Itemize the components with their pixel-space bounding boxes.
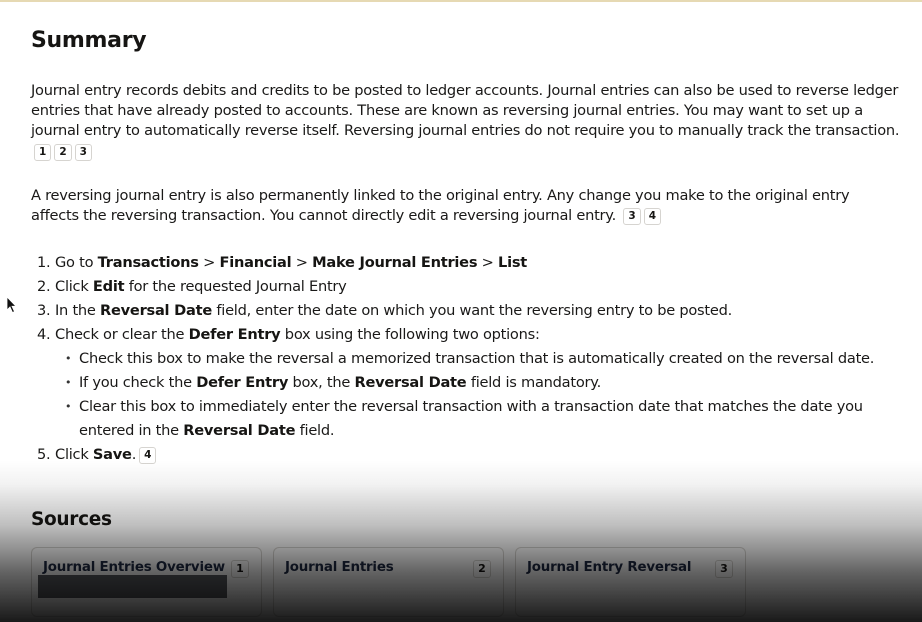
step-number: 5.: [37, 446, 51, 464]
citation-badge[interactable]: 3: [623, 208, 641, 226]
step-text: for the requested Journal Entry: [124, 278, 347, 296]
ui-term: Defer Entry: [196, 374, 289, 392]
steps-list: 1. Go to Transactions > Financial > Make …: [31, 251, 901, 467]
step-item: 3. In the Reversal Date field, enter the …: [37, 299, 901, 323]
step-text: >: [291, 254, 313, 272]
source-card-title[interactable]: Journal Entries Overview: [43, 560, 225, 575]
step-number: 4.: [37, 326, 51, 344]
summary-paragraph-1: Journal entry records debits and credits…: [31, 81, 901, 162]
sources-title: Sources: [31, 509, 112, 530]
source-card-title[interactable]: Journal Entries: [285, 560, 394, 575]
citation-badge[interactable]: 2: [54, 143, 72, 161]
step-text: Check or clear the: [55, 326, 189, 344]
step-text: box using the following two options:: [280, 326, 540, 344]
citation-badge: 2: [473, 560, 491, 578]
citation-badge[interactable]: 4: [139, 447, 157, 465]
source-card-journal-entries[interactable]: Journal Entries 2: [273, 547, 504, 617]
sub-option-item: If you check the Defer Entry box, the Re…: [65, 371, 901, 395]
top-divider: [0, 0, 922, 2]
step-number: 2.: [37, 278, 51, 296]
step-text: If you check the: [79, 374, 197, 392]
ui-term: Make Journal Entries: [312, 254, 478, 272]
citation-badge[interactable]: 1: [34, 143, 52, 161]
step-number: 1.: [37, 254, 51, 272]
citation-badge: 1: [231, 560, 249, 578]
mouse-cursor-icon: [6, 296, 17, 314]
summary-title: Summary: [31, 28, 147, 53]
step-number: 3.: [37, 302, 51, 320]
paragraph-text: Journal entry records debits and credits…: [31, 82, 900, 140]
step-text: Click: [55, 278, 93, 296]
step-text: In the: [55, 302, 101, 320]
step-text: >: [198, 254, 220, 272]
sources-cards: Journal Entries Overview 1 Journal Entri…: [31, 547, 746, 617]
citation-badge: 3: [715, 560, 733, 578]
source-card-journal-entry-reversal[interactable]: Journal Entry Reversal 3: [515, 547, 746, 617]
step-text: Check this box to make the reversal a me…: [79, 350, 875, 368]
step-text: field, enter the date on which you want …: [211, 302, 732, 320]
ui-term: Transactions: [97, 254, 199, 272]
sub-option-item: Check this box to make the reversal a me…: [65, 347, 901, 371]
citation-badge[interactable]: 3: [74, 143, 92, 161]
source-card-title[interactable]: Journal Entry Reversal: [527, 560, 691, 575]
step-text: >: [477, 254, 499, 272]
ui-term: Reversal Date: [100, 302, 212, 320]
sub-option-item: Clear this box to immediately enter the …: [65, 395, 901, 443]
source-card-journal-entries-overview[interactable]: Journal Entries Overview 1: [31, 547, 262, 617]
ui-term: Defer Entry: [188, 326, 281, 344]
step-text: box, the: [288, 374, 355, 392]
ui-term: Save: [92, 446, 132, 464]
ui-term: Reversal Date: [183, 422, 296, 440]
redacted-block: [38, 575, 227, 598]
paragraph-text: A reversing journal entry is also perman…: [31, 186, 850, 225]
step-text: field is mandatory.: [466, 374, 601, 392]
step-text: Click: [55, 446, 93, 464]
step-text: Go to: [55, 254, 98, 272]
ui-term: List: [498, 254, 528, 272]
step-item: 1. Go to Transactions > Financial > Make …: [37, 251, 901, 275]
sub-options-list: Check this box to make the reversal a me…: [55, 347, 901, 443]
citation-badge[interactable]: 4: [643, 208, 662, 226]
step-text: field.: [295, 422, 335, 440]
ui-term: Reversal Date: [354, 374, 467, 392]
summary-paragraph-2: A reversing journal entry is also perman…: [31, 186, 901, 226]
step-item: 4. Check or clear the Defer Entry box usi…: [37, 323, 901, 443]
summary-section: Summary Journal entry records debits and…: [31, 26, 901, 467]
ui-term: Edit: [92, 278, 125, 296]
step-text: .: [131, 446, 137, 464]
step-item: 5. Click Save. 4: [37, 443, 901, 467]
step-item: 2. Click Edit for the requested Journal E…: [37, 275, 901, 299]
ui-term: Financial: [219, 254, 292, 272]
